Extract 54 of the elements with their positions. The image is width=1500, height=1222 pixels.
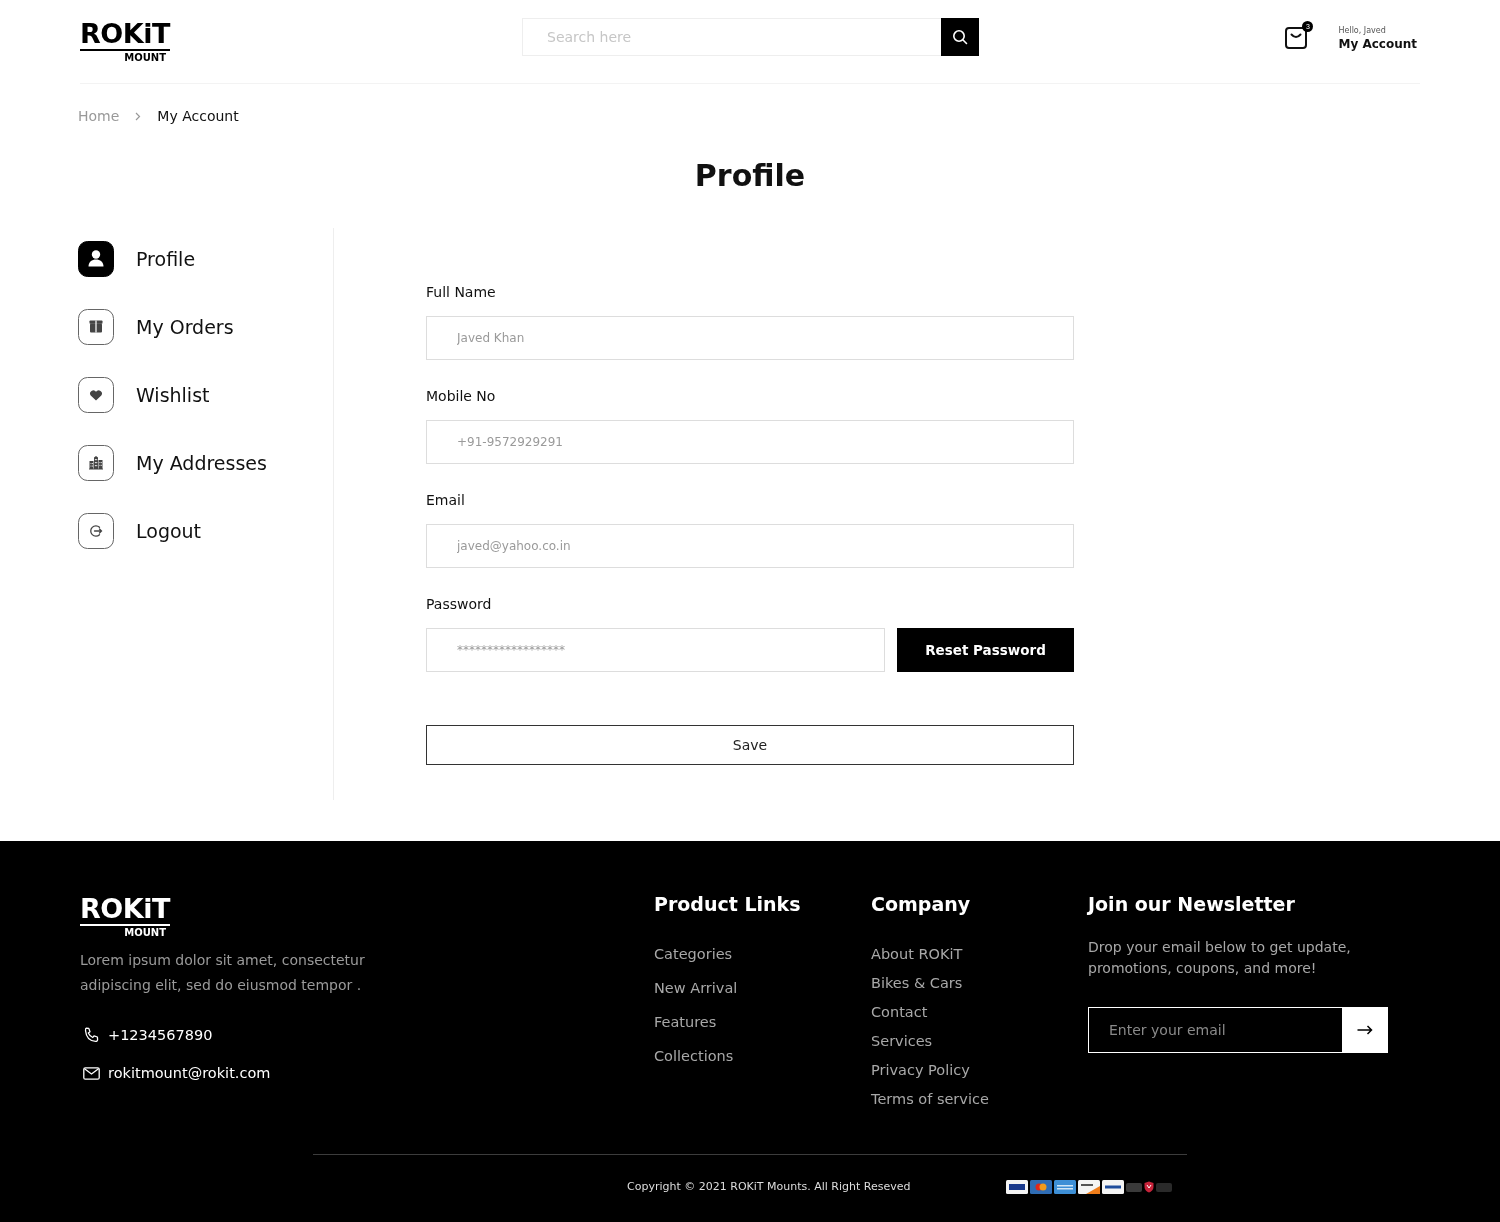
field-label: Password	[426, 595, 492, 614]
save-button[interactable]: Save	[426, 725, 1074, 765]
search-icon	[952, 29, 968, 45]
footer-link[interactable]: Privacy Policy	[871, 1060, 970, 1080]
sidebar-item[interactable]: My Addresses	[78, 445, 267, 481]
logo-wordmark: ROKiT	[80, 20, 170, 51]
logo-wordmark: ROKiT	[80, 895, 170, 926]
shield-icon	[1144, 1181, 1154, 1193]
mail-icon	[83, 1066, 100, 1080]
breadcrumb-link[interactable]: My Account	[157, 108, 239, 124]
email-link[interactable]: rokitmount@rokit.com	[108, 1063, 271, 1083]
phone-icon	[83, 1026, 100, 1044]
footer-link[interactable]: Categories	[654, 944, 733, 964]
email-input-field[interactable]: Enter your email	[1088, 1007, 1342, 1053]
field-label: Mobile No	[426, 387, 496, 406]
logo-tagline: MOUNT	[124, 52, 166, 64]
footer-heading: Company	[871, 892, 971, 916]
payment-card-icon	[1078, 1180, 1100, 1194]
page-title: Profile	[694, 158, 806, 194]
phone-link[interactable]: +1234567890	[108, 1025, 213, 1045]
footer-link[interactable]: Services	[871, 1031, 933, 1051]
footer-link[interactable]: About ROKiT	[871, 944, 963, 964]
arrow-right-icon	[1357, 1025, 1373, 1035]
sidebar-item[interactable]: Profile	[78, 241, 196, 277]
copyright-text: Copyright © 2021 ROKiT Mounts. All Right Reseved	[627, 1180, 911, 1194]
footer-link[interactable]: Bikes & Cars	[871, 973, 963, 993]
footer-link[interactable]: New Arrival	[654, 978, 738, 998]
shopping-bag-icon	[1285, 25, 1308, 49]
sidebar-item[interactable]: My Orders	[78, 309, 234, 345]
field-label: Full Name	[426, 283, 496, 302]
footer-heading: Join our Newsletter	[1088, 892, 1295, 916]
reset-password-button[interactable]: Reset Password	[897, 628, 1074, 672]
chevron-right-icon	[135, 111, 142, 121]
footer-link[interactable]: Features	[654, 1012, 717, 1032]
field-label: Email	[426, 491, 465, 510]
newsletter-text: Drop your email below to get update, promotions, coupons, and more!	[1088, 938, 1352, 978]
logo-tagline: MOUNT	[124, 927, 166, 939]
footer-description: Lorem ipsum dolor sit amet, consectetur adipiscing elit, sed do eiusmod tempor .	[80, 951, 366, 995]
greeting-text: Hello, Javed	[1338, 26, 1386, 36]
footer-link[interactable]: Collections	[654, 1046, 734, 1066]
payment-logo-icon	[1126, 1182, 1142, 1192]
payment-card-icon	[1102, 1180, 1124, 1194]
search-button[interactable]	[941, 18, 979, 56]
payment-card-icon	[1054, 1180, 1076, 1194]
sidebar-item[interactable]: Logout	[78, 513, 202, 549]
footer-link[interactable]: Contact	[871, 1002, 928, 1022]
payment-card-icon	[1006, 1180, 1028, 1194]
footer-heading: Product Links	[654, 892, 801, 916]
account-link[interactable]: My Account	[1338, 36, 1417, 52]
sidebar-item[interactable]: Wishlist	[78, 377, 210, 413]
search-field[interactable]: Search here	[522, 18, 941, 56]
footer-link[interactable]: Terms of service	[871, 1089, 989, 1109]
payment-logo-icon	[1156, 1182, 1172, 1192]
payment-card-icon	[1030, 1180, 1052, 1194]
